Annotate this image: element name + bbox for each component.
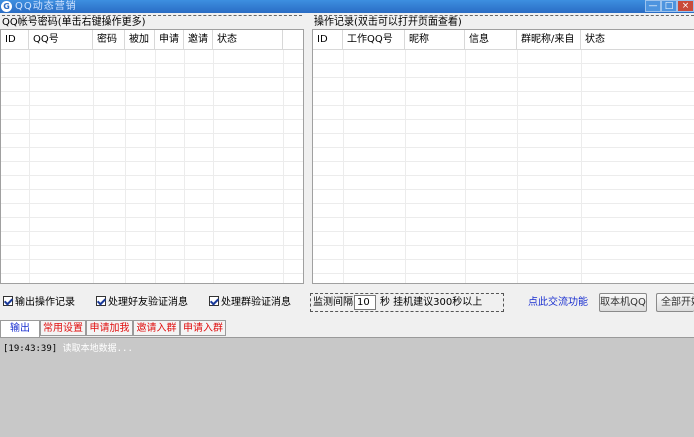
grid-line xyxy=(517,50,518,283)
operation-log-table[interactable]: ID 工作QQ号 昵称 信息 群昵称/来自 状态 xyxy=(312,29,694,284)
tab-common-settings[interactable]: 常用设置 xyxy=(40,320,86,336)
grid-line xyxy=(155,50,156,283)
log-timestamp: [19:43:39] xyxy=(3,344,58,354)
log-col-status[interactable]: 状态 xyxy=(581,30,694,49)
monitor-label: 监测间隔 xyxy=(313,297,353,308)
log-table-rows[interactable] xyxy=(313,50,694,283)
group-verify-label: 处理群验证消息 xyxy=(221,297,291,308)
tab-output[interactable]: 输出 xyxy=(0,320,40,337)
output-log-label: 输出操作记录 xyxy=(15,297,75,308)
account-col-password[interactable]: 密码 xyxy=(93,30,125,49)
check-icon xyxy=(96,296,106,306)
account-col-invite[interactable]: 邀请 xyxy=(184,30,213,49)
tab-apply-add-me[interactable]: 申请加我 xyxy=(86,320,133,336)
output-log-area[interactable]: [19:43:39] 读取本地数据... xyxy=(0,337,694,437)
friend-verify-label: 处理好友验证消息 xyxy=(108,297,188,308)
grid-line xyxy=(581,50,582,283)
log-col-info[interactable]: 信息 xyxy=(465,30,517,49)
log-table-header: ID 工作QQ号 昵称 信息 群昵称/来自 状态 xyxy=(313,30,694,50)
monitor-interval-group: 监测间隔 秒 挂机建议300秒以上 xyxy=(310,293,504,312)
exchange-link[interactable]: 点此交流功能 xyxy=(528,296,588,310)
account-col-id[interactable]: ID xyxy=(1,30,29,49)
output-log-checkbox[interactable]: 输出操作记录 xyxy=(3,296,75,310)
log-col-group-from[interactable]: 群昵称/来自 xyxy=(517,30,581,49)
grid-line xyxy=(29,50,30,283)
monitor-interval-input[interactable] xyxy=(354,295,376,310)
grid-line xyxy=(405,50,406,283)
group-verify-checkbox[interactable]: 处理群验证消息 xyxy=(209,296,291,310)
friend-verify-checkbox[interactable]: 处理好友验证消息 xyxy=(96,296,188,310)
tab-invite-group[interactable]: 邀请入群 xyxy=(133,320,180,336)
account-table[interactable]: ID QQ号 密码 被加 申请 邀请 状态 xyxy=(0,29,304,284)
tab-apply-group[interactable]: 申请入群 xyxy=(180,320,226,336)
log-line: [19:43:39] 读取本地数据... xyxy=(3,341,133,354)
check-icon xyxy=(3,296,13,306)
maximize-button[interactable]: □ xyxy=(661,0,677,12)
log-col-nickname[interactable]: 昵称 xyxy=(405,30,465,49)
grid-line xyxy=(213,50,214,283)
grid-line xyxy=(125,50,126,283)
grid-line xyxy=(283,50,284,283)
log-col-id[interactable]: ID xyxy=(313,30,343,49)
log-message: 读取本地数据... xyxy=(62,344,133,354)
account-col-qq[interactable]: QQ号 xyxy=(29,30,93,49)
start-all-button[interactable]: 全部开始 xyxy=(656,293,694,312)
account-panel-title: QQ帐号密码(单击右键操作更多) xyxy=(2,15,302,29)
log-col-work-qq[interactable]: 工作QQ号 xyxy=(343,30,405,49)
get-local-qq-button[interactable]: 取本机QQ xyxy=(599,293,647,312)
grid-line xyxy=(343,50,344,283)
minimize-button[interactable]: — xyxy=(645,0,661,12)
account-col-added[interactable]: 被加 xyxy=(125,30,155,49)
account-table-rows[interactable] xyxy=(1,50,303,283)
log-panel-title: 操作记录(双击可以打开页面查看) xyxy=(314,15,694,29)
account-table-header: ID QQ号 密码 被加 申请 邀请 状态 xyxy=(1,30,303,50)
account-col-status[interactable]: 状态 xyxy=(213,30,283,49)
monitor-unit-label: 秒 挂机建议300秒以上 xyxy=(380,297,483,308)
account-col-apply[interactable]: 申请 xyxy=(155,30,184,49)
title-bar: G QQ动态营销 — □ × xyxy=(0,0,694,13)
grid-line xyxy=(465,50,466,283)
check-icon xyxy=(209,296,219,306)
grid-line xyxy=(184,50,185,283)
grid-line xyxy=(93,50,94,283)
app-icon: G xyxy=(1,1,12,12)
close-button[interactable]: × xyxy=(677,0,694,12)
window-title: QQ动态营销 xyxy=(15,1,77,12)
